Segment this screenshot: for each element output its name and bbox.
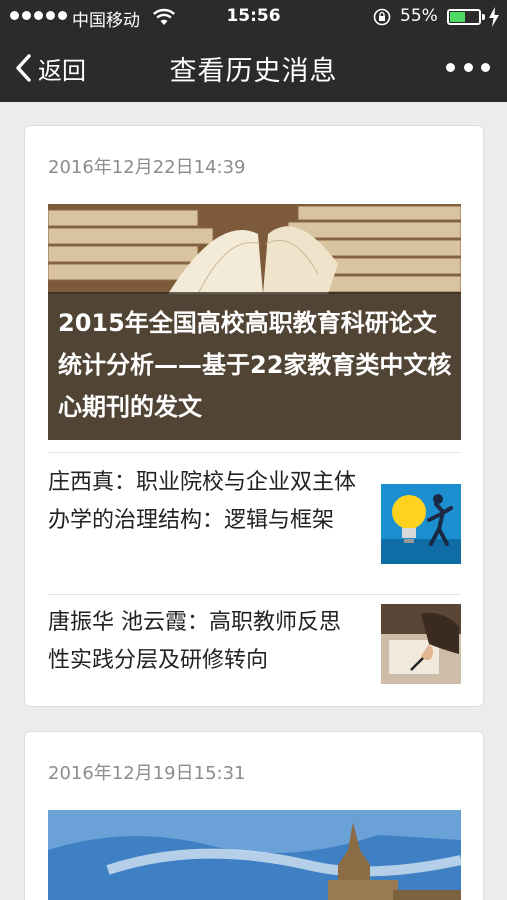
message-date: 2016年12月19日15:31 xyxy=(48,763,246,784)
lightbulb-thumbnail-image xyxy=(381,484,461,564)
status-bar: 中国移动 15:56 55% xyxy=(0,0,507,34)
message-card: 2016年12月19日15:31 xyxy=(24,731,484,900)
divider xyxy=(48,594,461,595)
nav-bar: 返回 查看历史消息 xyxy=(0,34,507,102)
article-title: 庄西真：职业院校与企业双主体办学的治理结构：逻辑与框架 xyxy=(48,470,357,533)
article-title: 唐振华 池云霞：高职教师反思性实践分层及研修转向 xyxy=(48,610,341,673)
writing-hand-thumbnail-image xyxy=(381,604,461,684)
page-title: 查看历史消息 xyxy=(169,56,338,87)
message-date: 2016年12月22日14:39 xyxy=(48,157,246,178)
article-thumbnail xyxy=(381,604,461,684)
battery-icon xyxy=(447,9,485,25)
divider xyxy=(48,452,461,453)
article-item[interactable]: 庄西真：职业院校与企业双主体办学的治理结构：逻辑与框架 xyxy=(48,464,461,584)
campus-building-cover-image xyxy=(48,810,461,900)
cover-article[interactable] xyxy=(48,810,461,900)
more-button[interactable] xyxy=(446,54,490,80)
rotation-lock-icon xyxy=(373,8,391,26)
article-thumbnail xyxy=(381,484,461,564)
charging-bolt-icon xyxy=(489,7,499,27)
message-card: 2016年12月22日14:39 2015年全国高校高职教育科研论文统计分析—— xyxy=(24,125,484,707)
cover-article[interactable]: 2015年全国高校高职教育科研论文统计分析——基于22家教育类中文核心期刊的发文 xyxy=(48,204,461,440)
cover-article-title: 2015年全国高校高职教育科研论文统计分析——基于22家教育类中文核心期刊的发文 xyxy=(58,309,452,421)
top-bar: 中国移动 15:56 55% 返回 查看历史消息 xyxy=(0,0,507,102)
battery-percent: 55% xyxy=(400,6,438,26)
article-item[interactable]: 唐振华 池云霞：高职教师反思性实践分层及研修转向 xyxy=(48,604,461,694)
more-dots-icon xyxy=(446,62,455,72)
battery-fill xyxy=(450,12,465,22)
